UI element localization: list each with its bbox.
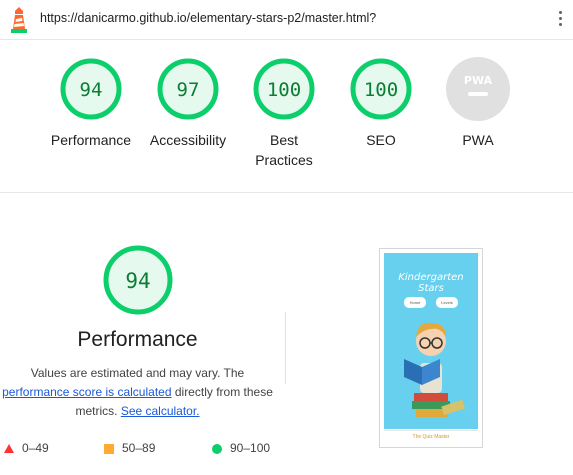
gauge-ring: 97 [157, 58, 219, 120]
final-screenshot[interactable]: Kindergarten Stars Home Levels The Quiz … [379, 248, 483, 448]
square-icon [104, 443, 114, 454]
gauge-ring: 100 [253, 58, 315, 120]
performance-title: Performance [77, 328, 198, 351]
screenshot-image: Kindergarten Stars Home Levels [384, 253, 478, 429]
address-bar: https://danicarmo.github.io/elementary-s… [0, 0, 573, 40]
gauge-score: 94 [80, 79, 103, 101]
desc-text: Values are estimated and may vary. The [30, 366, 245, 380]
legend-label: 50–89 [122, 441, 156, 455]
gauge-label: Performance [50, 132, 132, 148]
performance-gauge: 94 [103, 245, 173, 315]
gauge-seo[interactable]: 100 SEO [331, 57, 431, 150]
gauge-accessibility[interactable]: 97 Accessibility [138, 57, 238, 150]
gauge-score: 100 [364, 79, 398, 101]
screenshot-home-button: Home [404, 297, 426, 308]
gauge-label: SEO [366, 132, 396, 148]
legend-label: 90–100 [230, 441, 271, 455]
legend-pass: 90–100 [212, 441, 270, 455]
performance-score: 94 [125, 269, 150, 293]
legend-label: 0–49 [22, 441, 49, 455]
gauge-label: Best Practices [255, 132, 313, 168]
desc-text: metrics. [75, 404, 121, 418]
gauge-ring: 100 [350, 58, 412, 120]
pwa-badge-icon: PWA [446, 57, 510, 121]
divider [285, 312, 286, 384]
boy-reading-illustration [404, 322, 466, 417]
circle-icon [212, 443, 222, 454]
lighthouse-icon [11, 7, 27, 33]
gauge-best-practices[interactable]: 100 Best Practices [234, 57, 334, 170]
kebab-menu-icon[interactable] [556, 11, 564, 29]
page-url[interactable]: https://danicarmo.github.io/elementary-s… [40, 11, 376, 25]
gauge-label: PWA [462, 132, 494, 148]
screenshot-footer: The Quiz Master [384, 430, 478, 445]
performance-description: Values are estimated and may vary. The p… [0, 364, 275, 421]
screenshot-title: Kindergarten Stars [398, 272, 464, 294]
gauge-pwa[interactable]: PWA PWA [428, 57, 528, 150]
gauge-score: 100 [267, 79, 301, 101]
legend-average: 50–89 [104, 441, 155, 455]
score-gauges: 94 Performance 97 Accessibility 100 Best… [0, 40, 573, 193]
gauge-performance[interactable]: 94 Performance [41, 57, 141, 150]
pwa-badge-text: PWA [464, 74, 493, 87]
screenshot-levels-button: Levels [436, 297, 458, 308]
gauge-ring: 94 [60, 58, 122, 120]
legend-fail: 0–49 [4, 441, 49, 455]
score-calculated-link[interactable]: performance score is calculated [2, 385, 171, 399]
triangle-icon [4, 444, 14, 454]
desc-text: directly from these [171, 385, 273, 399]
see-calculator-link[interactable]: See calculator. [121, 404, 200, 418]
gauge-score: 97 [177, 79, 200, 101]
gauge-label: Accessibility [149, 132, 227, 148]
